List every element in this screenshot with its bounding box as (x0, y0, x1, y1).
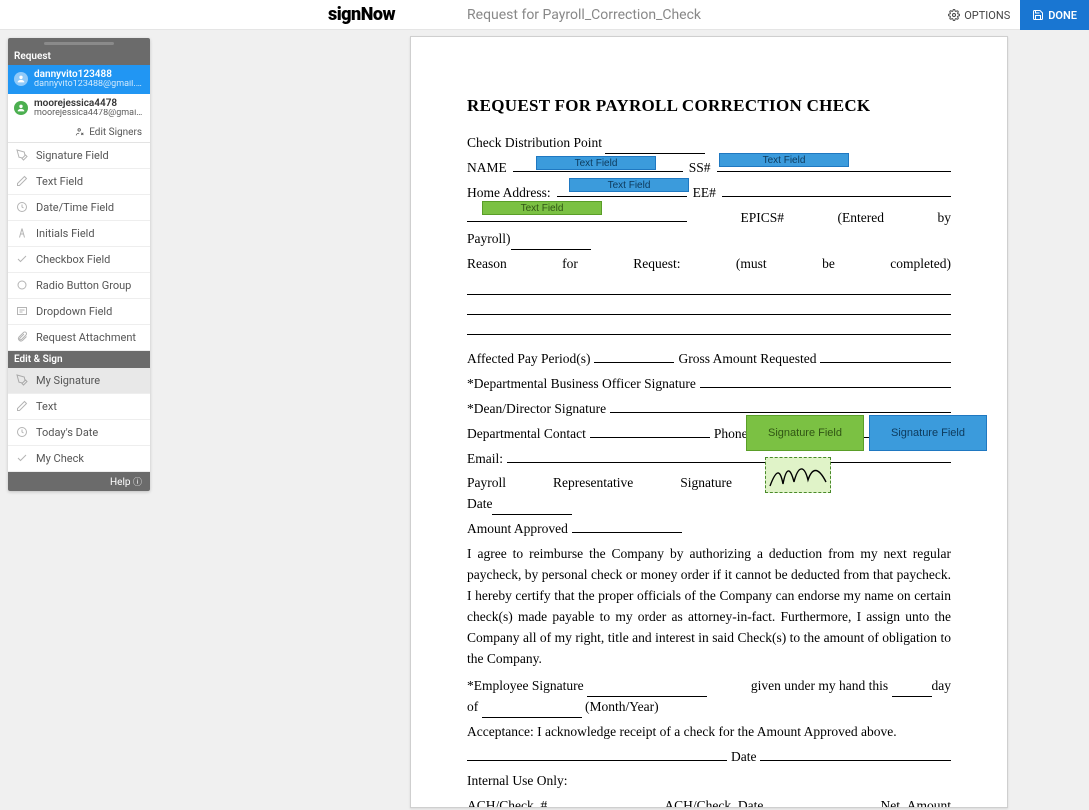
signature-field-1[interactable]: Signature Field (746, 415, 864, 451)
panel-drag-handle[interactable] (8, 38, 150, 48)
tool-signature-field[interactable]: Signature Field (8, 143, 150, 169)
tool-label: Dropdown Field (36, 305, 112, 318)
label-internal-use: Internal Use Only: (467, 771, 951, 792)
text-field-address2[interactable]: Text Field (482, 201, 602, 215)
help-button[interactable]: Help ⓘ (8, 472, 150, 491)
tool-request-attachment[interactable]: Request Attachment (8, 325, 150, 351)
edit-sign-section-header: Edit & Sign (8, 351, 150, 368)
help-icon: ⓘ (133, 478, 142, 488)
label-phone: Phone (714, 424, 748, 445)
radio-icon (16, 279, 28, 291)
save-icon (1032, 9, 1044, 21)
label-email: Email: (467, 449, 503, 470)
clock-icon (16, 426, 28, 438)
top-bar: signNow Request for Payroll_Correction_C… (0, 0, 1089, 30)
tool-label: My Signature (36, 374, 100, 387)
check-icon (16, 452, 28, 464)
dropdown-icon (16, 305, 28, 317)
agreement-paragraph: I agree to reimburse the Company by auth… (467, 544, 951, 670)
signer-name: moorejessica4478 (34, 98, 144, 109)
label-dept-bus-officer: *Departmental Business Officer Signature (467, 374, 696, 395)
done-label: DONE (1048, 9, 1077, 22)
signature-scribble-icon (768, 460, 828, 490)
pen-nib-icon (16, 374, 28, 386)
signature-field-2[interactable]: Signature Field (869, 415, 987, 451)
tool-dropdown-field[interactable]: Dropdown Field (8, 299, 150, 325)
signer-email: moorejessica4478@gmail... (34, 109, 144, 119)
app-logo: signNow (328, 4, 395, 25)
label-check-dist: Check Distribution Point (467, 135, 602, 150)
tool-label: My Check (36, 452, 84, 465)
label-date: Date (467, 496, 492, 511)
signer-name: dannyvito123488 (34, 69, 144, 80)
text-field-name[interactable]: Text Field (536, 156, 656, 170)
sidebar-panel: Request dannyvito123488 dannyvito123488@… (8, 38, 150, 491)
pen-nib-icon (16, 149, 28, 161)
tool-label: Date/Time Field (36, 201, 114, 214)
label-gross-amount: Gross Amount Requested (678, 349, 816, 370)
text-field-address[interactable]: Text Field (569, 178, 689, 192)
tool-datetime-field[interactable]: Date/Time Field (8, 195, 150, 221)
pencil-icon (16, 175, 28, 187)
tool-text[interactable]: Text (8, 394, 150, 420)
label-ss: SS# (689, 158, 711, 179)
gear-icon (948, 9, 960, 21)
tool-text-field[interactable]: Text Field (8, 169, 150, 195)
tool-initials-field[interactable]: Initials Field (8, 221, 150, 247)
label-epics: EPICS# (741, 208, 785, 229)
tool-label: Initials Field (36, 227, 95, 240)
help-label: Help (110, 477, 130, 488)
pencil-icon (16, 400, 28, 412)
tool-radio-group[interactable]: Radio Button Group (8, 273, 150, 299)
tool-todays-date[interactable]: Today's Date (8, 420, 150, 446)
person-edit-icon (75, 127, 85, 137)
signer-row-2[interactable]: moorejessica4478 moorejessica4478@gmail.… (8, 94, 150, 123)
tool-label: Signature Field (36, 149, 109, 162)
request-section-header: Request (8, 48, 150, 65)
tool-label: Request Attachment (36, 331, 136, 344)
clock-icon (16, 201, 28, 213)
options-button[interactable]: OPTIONS (938, 0, 1020, 30)
paperclip-icon (16, 331, 28, 343)
text-field-ss[interactable]: Text Field (719, 153, 849, 167)
tool-label: Today's Date (36, 426, 98, 439)
label-amount-approved: Amount Approved (467, 519, 568, 540)
doc-heading: REQUEST FOR PAYROLL CORRECTION CHECK (467, 93, 951, 119)
user-icon (14, 101, 28, 115)
label-dean-director: *Dean/Director Signature (467, 399, 606, 420)
signer-row-1[interactable]: dannyvito123488 dannyvito123488@gmail.c.… (8, 65, 150, 94)
options-label: OPTIONS (964, 9, 1010, 22)
label-dept-contact: Departmental Contact (467, 424, 586, 445)
topbar-actions: OPTIONS DONE (938, 0, 1089, 30)
label-affected-pay: Affected Pay Period(s) (467, 349, 590, 370)
tool-label: Radio Button Group (36, 279, 131, 292)
signer-email: dannyvito123488@gmail.c... (34, 80, 144, 90)
tool-checkbox-field[interactable]: Checkbox Field (8, 247, 150, 273)
document-canvas[interactable]: REQUEST FOR PAYROLL CORRECTION CHECK Che… (410, 36, 1008, 808)
my-signature-placed[interactable] (765, 457, 831, 493)
edit-signers-label: Edit Signers (89, 127, 142, 138)
document-title: Request for Payroll_Correction_Check (467, 7, 701, 23)
label-emp-sig: *Employee Signature (467, 678, 584, 693)
tool-label: Checkbox Field (36, 253, 110, 266)
label-ee: EE# (693, 183, 716, 204)
label-name: NAME (467, 158, 507, 179)
tool-label: Text Field (36, 175, 83, 188)
tool-label: Text (36, 400, 57, 413)
tool-my-check[interactable]: My Check (8, 446, 150, 472)
tool-my-signature[interactable]: My Signature (8, 368, 150, 394)
initials-icon (16, 227, 28, 239)
done-button[interactable]: DONE (1020, 0, 1089, 30)
user-icon (14, 72, 28, 86)
edit-signers-button[interactable]: Edit Signers (8, 123, 150, 143)
label-acceptance: Acceptance: I acknowledge receipt of a c… (467, 722, 951, 743)
check-icon (16, 253, 28, 265)
label-month-year: (Month/Year) (585, 699, 659, 714)
